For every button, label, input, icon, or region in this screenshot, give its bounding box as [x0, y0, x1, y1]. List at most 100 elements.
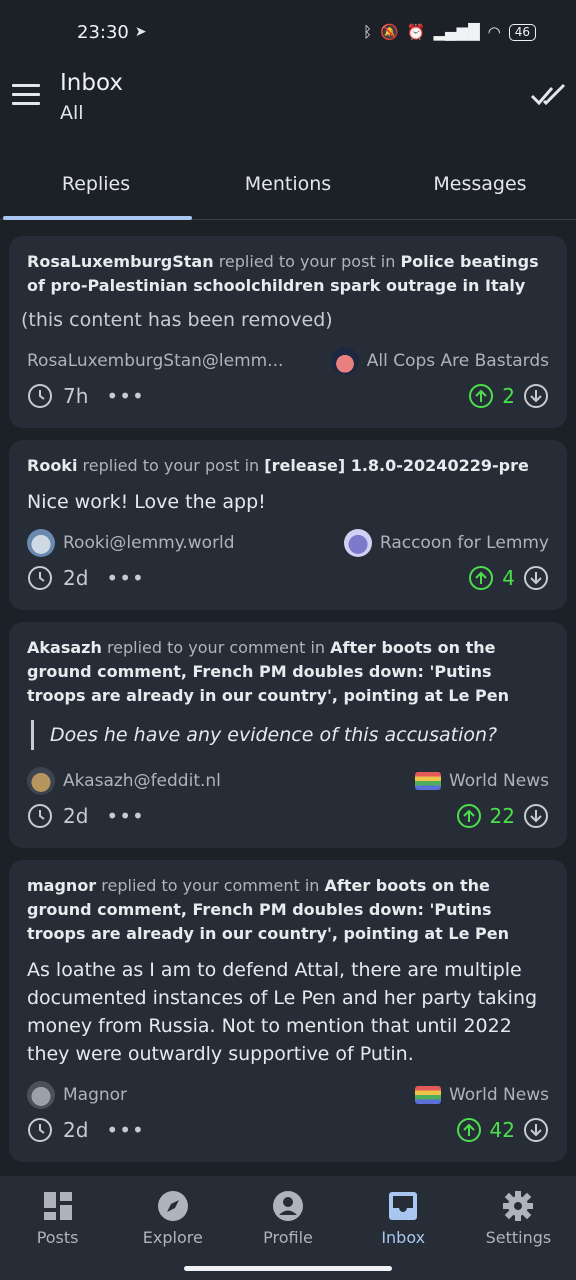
user-link[interactable]: Akasazh@feddit.nl: [27, 767, 221, 795]
reply-card[interactable]: RosaLuxemburgStan replied to your post i…: [9, 236, 567, 428]
community-name: All Cops Are Bastards: [366, 351, 549, 371]
community-link[interactable]: World News: [414, 771, 549, 791]
reply-card[interactable]: Rooki replied to your post in [release] …: [9, 440, 567, 610]
reply-header: Rooki replied to your post in [release] …: [27, 454, 549, 478]
downvote-icon[interactable]: [523, 565, 549, 591]
user-link[interactable]: Magnor: [27, 1081, 127, 1109]
reply-author[interactable]: RosaLuxemburgStan: [27, 252, 214, 271]
gear-icon: [503, 1191, 534, 1221]
nav-posts[interactable]: Posts: [0, 1176, 115, 1280]
clock-icon: [28, 384, 52, 408]
nav-label: Explore: [142, 1228, 203, 1247]
community-link[interactable]: World News: [414, 1085, 549, 1105]
user-name: Magnor: [63, 1085, 128, 1105]
footer-row: 2d ••• 4: [27, 558, 549, 598]
user-link[interactable]: RosaLuxemburgStan@lemm...: [27, 351, 283, 371]
reply-content: (this content has been removed): [21, 309, 333, 331]
tab-replies[interactable]: Replies: [0, 148, 192, 220]
inbox-tabs: Replies Mentions Messages: [0, 148, 576, 220]
nav-settings[interactable]: Settings: [461, 1176, 576, 1280]
reply-action: replied to your post in: [82, 456, 260, 475]
alarm-icon: ⏰: [406, 23, 426, 41]
vote-count: 4: [502, 566, 515, 590]
reply-action: replied to your comment in: [101, 876, 320, 895]
vote-count: 42: [489, 1118, 515, 1142]
more-options-icon[interactable]: •••: [106, 566, 144, 590]
reply-author[interactable]: magnor: [27, 876, 96, 895]
community-name: World News: [448, 771, 549, 791]
downvote-icon[interactable]: [523, 383, 549, 409]
nav-explore[interactable]: Explore: [115, 1176, 230, 1280]
community-name: World News: [448, 1085, 549, 1105]
user-name: Akasazh@feddit.nl: [63, 771, 221, 791]
app-bar: Inbox All: [0, 64, 576, 148]
bluetooth-icon: ᛒ: [363, 23, 373, 41]
footer-row: 2d ••• 42: [27, 1110, 549, 1150]
upvote-icon[interactable]: [468, 565, 494, 591]
user-link[interactable]: Rooki@lemmy.world: [27, 529, 235, 557]
community-avatar: [414, 772, 441, 790]
nav-inbox[interactable]: Inbox: [346, 1176, 461, 1280]
reply-quote: Does he have any evidence of this accusa…: [31, 720, 549, 750]
clock-icon: [28, 1118, 52, 1142]
reply-header: RosaLuxemburgStan replied to your post i…: [27, 250, 549, 298]
nav-profile[interactable]: Profile: [230, 1176, 345, 1280]
reply-content: As loathe as I am to defend Attal, there…: [27, 959, 538, 1065]
user-name: RosaLuxemburgStan@lemm...: [27, 351, 284, 371]
more-options-icon[interactable]: •••: [106, 1118, 144, 1142]
footer-row: 2d ••• 22: [27, 796, 549, 836]
downvote-icon[interactable]: [523, 1117, 549, 1143]
menu-icon[interactable]: [12, 84, 40, 108]
community-avatar: [330, 347, 359, 375]
clock-icon: [28, 566, 52, 590]
page-subtitle[interactable]: All: [60, 102, 84, 124]
bottom-nav: Posts Explore Profile Inbox Settings: [0, 1176, 576, 1280]
battery-icon: 46: [508, 23, 536, 41]
reply-header: Akasazh replied to your comment in After…: [27, 636, 549, 708]
tab-messages[interactable]: Messages: [384, 148, 576, 219]
more-options-icon[interactable]: •••: [106, 804, 144, 828]
reply-card[interactable]: Akasazh replied to your comment in After…: [9, 622, 567, 848]
reply-feed: RosaLuxemburgStan replied to your post i…: [0, 220, 576, 1176]
reply-action: replied to your comment in: [106, 638, 326, 657]
vote-count: 22: [489, 804, 515, 828]
inbox-icon: [389, 1192, 418, 1220]
reply-time: 7h: [63, 384, 89, 408]
user-avatar: [27, 1081, 55, 1109]
account-icon: [273, 1191, 303, 1221]
status-bar: 23:30 ➤ ᛒ 🔕 ⏰ ▂▄▆█ ◠ 46: [0, 0, 576, 64]
reply-action: replied to your post in: [218, 252, 396, 271]
dashboard-icon: [43, 1192, 72, 1220]
reply-author[interactable]: Akasazh: [27, 638, 102, 657]
upvote-icon[interactable]: [456, 1117, 482, 1143]
signal-icon: ▂▄▆█: [433, 23, 480, 41]
gesture-bar[interactable]: [184, 1266, 392, 1271]
reply-card[interactable]: magnor replied to your comment in After …: [9, 860, 567, 1162]
community-name: Raccoon for Lemmy: [379, 533, 549, 553]
mark-all-read-icon[interactable]: [530, 80, 566, 110]
downvote-icon[interactable]: [523, 803, 549, 829]
page-title: Inbox: [60, 70, 123, 96]
compass-icon: [157, 1191, 188, 1221]
user-name: Rooki@lemmy.world: [63, 533, 235, 553]
footer-row: 7h ••• 2: [27, 376, 549, 416]
reply-target[interactable]: [release] 1.8.0-20240229-pre: [264, 456, 529, 475]
community-link[interactable]: Raccoon for Lemmy: [343, 529, 549, 557]
upvote-icon[interactable]: [468, 383, 494, 409]
community-avatar: [343, 529, 372, 557]
status-icons: ᛒ 🔕 ⏰ ▂▄▆█ ◠ 46: [363, 23, 536, 41]
more-options-icon[interactable]: •••: [106, 384, 144, 408]
upvote-icon[interactable]: [456, 803, 482, 829]
reply-author[interactable]: Rooki: [27, 456, 77, 475]
mute-bell-icon: 🔕: [380, 23, 399, 41]
user-avatar: [27, 529, 55, 557]
clock-icon: [28, 804, 52, 828]
meta-row: Akasazh@feddit.nl World News: [27, 766, 549, 796]
nav-label: Settings: [485, 1228, 552, 1247]
tab-mentions[interactable]: Mentions: [192, 148, 384, 219]
nav-label: Profile: [263, 1228, 313, 1247]
reply-header: magnor replied to your comment in After …: [27, 874, 549, 946]
nav-label: Inbox: [381, 1228, 426, 1247]
community-link[interactable]: All Cops Are Bastards: [330, 347, 549, 375]
wifi-icon: ◠: [487, 23, 501, 41]
